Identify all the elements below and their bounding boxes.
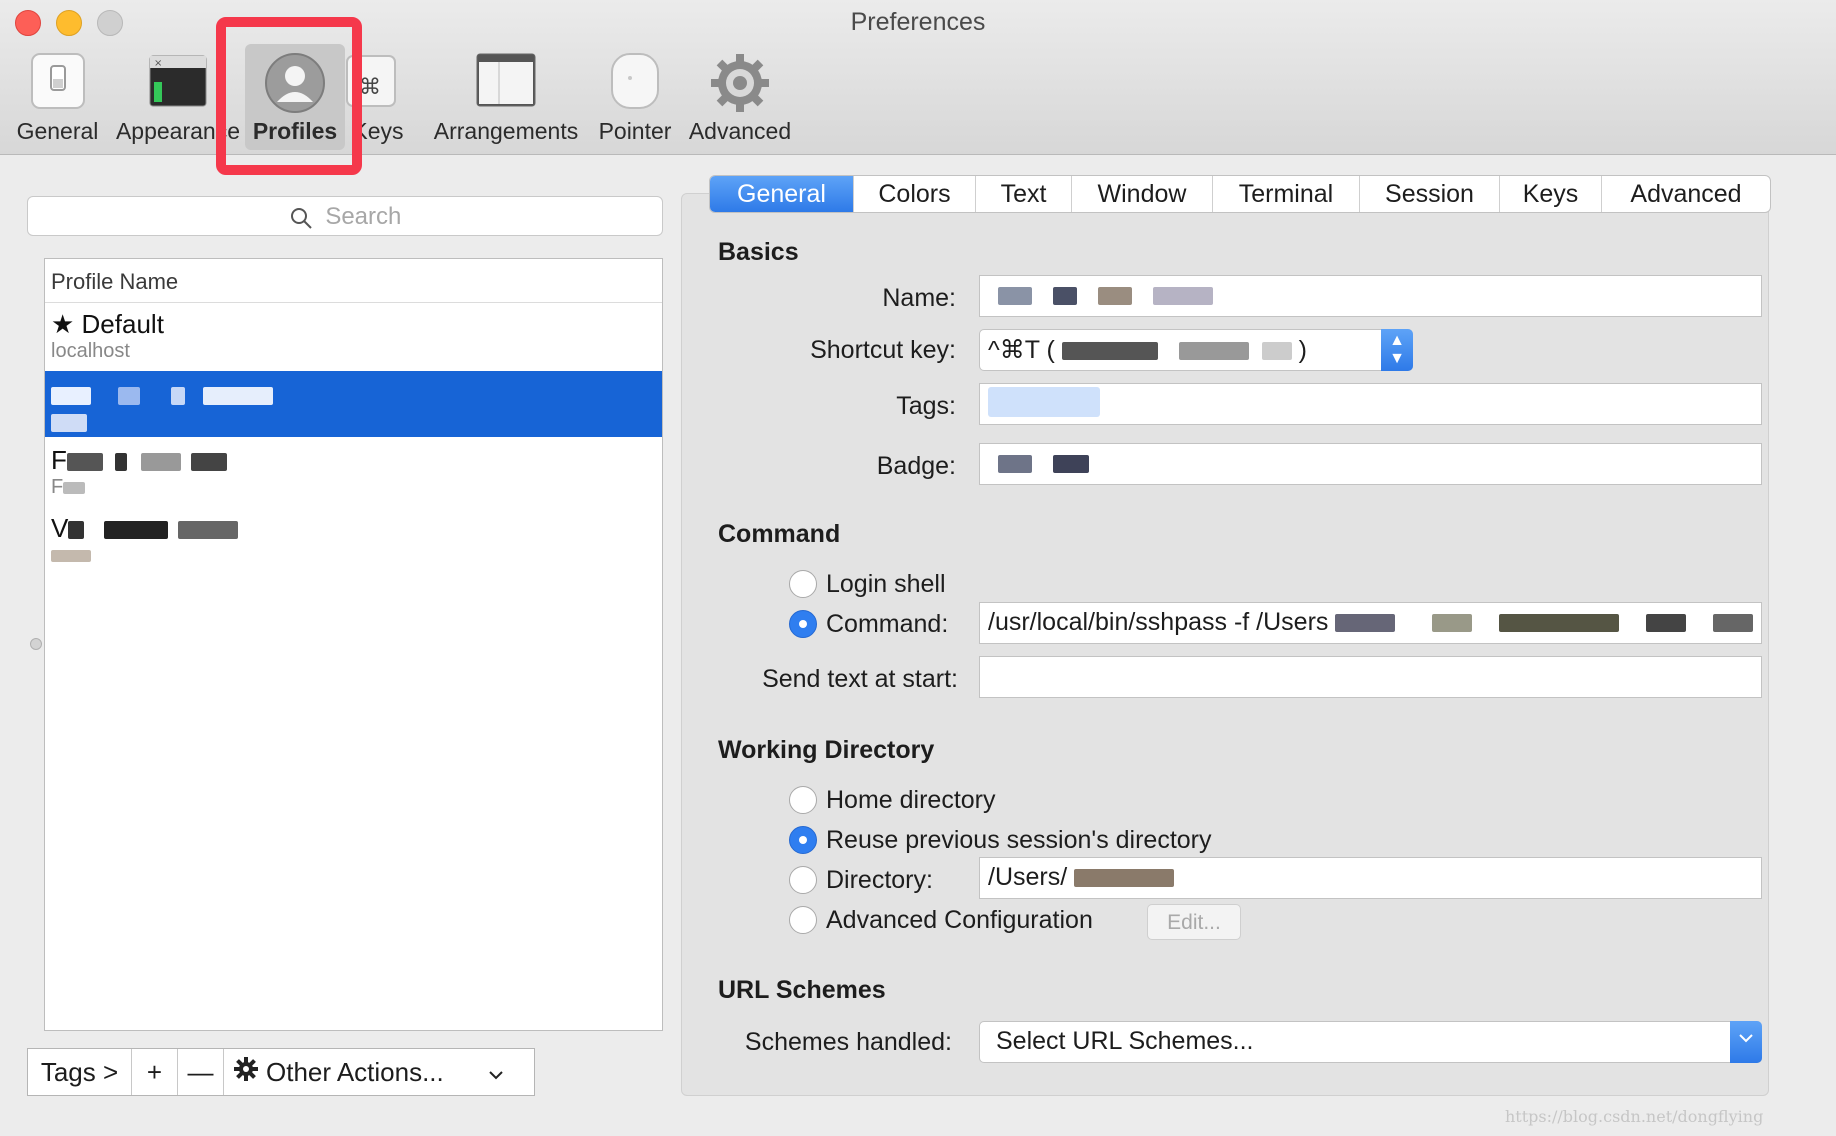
toolbar-item-pointer[interactable]: Pointer xyxy=(592,50,678,150)
section-command: Command xyxy=(718,520,841,548)
redacted-tag-chip xyxy=(988,387,1100,418)
toolbar-label-advanced: Advanced xyxy=(688,118,792,144)
profile-host: F xyxy=(51,476,86,499)
home-directory-label: Home directory xyxy=(826,786,996,814)
login-shell-radio[interactable] xyxy=(789,570,817,598)
profile-host: localhost xyxy=(51,340,130,362)
directory-radio[interactable] xyxy=(789,866,817,894)
redacted-profile-name xyxy=(51,379,273,410)
svg-text:⌘: ⌘ xyxy=(359,75,381,100)
tab-session[interactable]: Session xyxy=(1360,176,1500,212)
tab-terminal[interactable]: Terminal xyxy=(1213,176,1360,212)
column-header-profile-name[interactable]: Profile Name xyxy=(45,259,662,303)
toolbar-item-arrangements[interactable]: Arrangements xyxy=(430,50,582,150)
tags-field[interactable] xyxy=(979,383,1762,425)
split-view-handle[interactable] xyxy=(30,638,42,650)
arrangements-window-icon xyxy=(475,52,537,115)
command-field[interactable]: /usr/local/bin/sshpass -f /Users xyxy=(979,602,1762,644)
profile-row-selected[interactable] xyxy=(45,371,662,437)
watermark: https://blog.csdn.net/dongflying xyxy=(1505,1107,1764,1126)
url-schemes-popup[interactable]: Select URL Schemes... xyxy=(979,1021,1762,1063)
shortcut-key-label: Shortcut key: xyxy=(810,336,956,364)
command-radio[interactable] xyxy=(789,610,817,638)
advanced-configuration-radio[interactable] xyxy=(789,906,817,934)
edit-advanced-button[interactable]: Edit... xyxy=(1147,904,1241,940)
tab-text[interactable]: Text xyxy=(976,176,1072,212)
directory-label: Directory: xyxy=(826,866,933,894)
toolbar: Preferences General × Appearance ⌘ Keys … xyxy=(0,0,1836,175)
toolbar-label-pointer: Pointer xyxy=(598,118,672,144)
general-switch-icon xyxy=(30,52,86,115)
profile-name-field[interactable] xyxy=(979,275,1762,317)
up-down-chevron-icon[interactable]: ▲ ▼ xyxy=(1381,329,1413,371)
badge-label: Badge: xyxy=(876,452,956,480)
profile-row[interactable]: V xyxy=(45,507,662,573)
shortcut-key-close: ) xyxy=(1298,336,1307,364)
tab-colors[interactable]: Colors xyxy=(854,176,976,212)
tab-advanced[interactable]: Advanced xyxy=(1602,176,1770,212)
search-placeholder: Search xyxy=(325,203,402,230)
directory-value: /Users/ xyxy=(988,863,1068,891)
send-text-label: Send text at start: xyxy=(762,665,958,693)
appearance-terminal-icon: × xyxy=(148,52,208,115)
profile-name: F xyxy=(51,445,227,476)
profile-name: V xyxy=(51,513,239,544)
toolbar-label-general: General xyxy=(16,118,99,144)
section-url-schemes: URL Schemes xyxy=(718,976,886,1004)
toolbar-label-arrangements: Arrangements xyxy=(433,118,579,144)
profile-search-field[interactable]: Search xyxy=(27,196,663,236)
search-icon xyxy=(289,203,326,230)
profile-list: Profile Name ★ Default localhost F F V xyxy=(44,258,663,1031)
section-basics: Basics xyxy=(718,238,799,266)
chevron-down-icon[interactable] xyxy=(1730,1021,1762,1063)
other-actions-menu[interactable]: Other Actions... xyxy=(224,1049,534,1095)
reuse-directory-radio[interactable] xyxy=(789,826,817,854)
remove-profile-button[interactable]: — xyxy=(178,1049,224,1095)
chevron-down-icon xyxy=(488,1057,504,1088)
advanced-configuration-label: Advanced Configuration xyxy=(826,906,1093,934)
url-schemes-value: Select URL Schemes... xyxy=(996,1027,1254,1055)
profile-row[interactable]: ★ Default localhost xyxy=(45,303,662,369)
annotation-highlight-box xyxy=(216,17,362,175)
redacted-profile-host xyxy=(51,411,87,434)
tags-label: Tags: xyxy=(896,392,956,420)
name-label: Name: xyxy=(882,284,956,312)
shortcut-key-value: ^⌘T ( xyxy=(988,336,1055,364)
preferences-window: Preferences General × Appearance ⌘ Keys … xyxy=(0,0,1836,1136)
svg-text:×: × xyxy=(154,58,162,69)
send-text-field[interactable] xyxy=(979,656,1762,698)
gear-icon xyxy=(234,1056,258,1088)
advanced-gear-icon xyxy=(709,52,771,119)
tab-keys[interactable]: Keys xyxy=(1500,176,1602,212)
pointer-mouse-icon xyxy=(606,52,664,115)
shortcut-key-popup[interactable]: ^⌘T ( ) xyxy=(979,329,1413,371)
directory-field[interactable]: /Users/ xyxy=(979,857,1762,899)
command-label: Command: xyxy=(826,610,949,638)
profile-row[interactable]: F F xyxy=(45,439,662,505)
toolbar-item-general[interactable]: General xyxy=(10,50,105,150)
section-working-directory: Working Directory xyxy=(718,736,935,764)
tags-button[interactable]: Tags > xyxy=(28,1049,132,1095)
tab-window[interactable]: Window xyxy=(1072,176,1213,212)
profile-host xyxy=(51,544,91,567)
home-directory-radio[interactable] xyxy=(789,786,817,814)
login-shell-label: Login shell xyxy=(826,570,946,598)
add-profile-button[interactable]: + xyxy=(132,1049,178,1095)
schemes-handled-label: Schemes handled: xyxy=(744,1028,952,1056)
profile-tabs: General Colors Text Window Terminal Sess… xyxy=(709,175,1771,213)
other-actions-label: Other Actions... xyxy=(266,1056,444,1087)
tab-general[interactable]: General xyxy=(710,176,854,212)
command-value: /usr/local/bin/sshpass -f /Users xyxy=(988,608,1329,636)
toolbar-item-advanced[interactable]: Advanced xyxy=(686,50,794,150)
profile-actions-bar: Tags > + — Other Actions... xyxy=(27,1048,535,1096)
badge-field[interactable] xyxy=(979,443,1762,485)
profile-name: ★ Default xyxy=(51,309,164,339)
reuse-directory-label: Reuse previous session's directory xyxy=(826,826,1212,854)
